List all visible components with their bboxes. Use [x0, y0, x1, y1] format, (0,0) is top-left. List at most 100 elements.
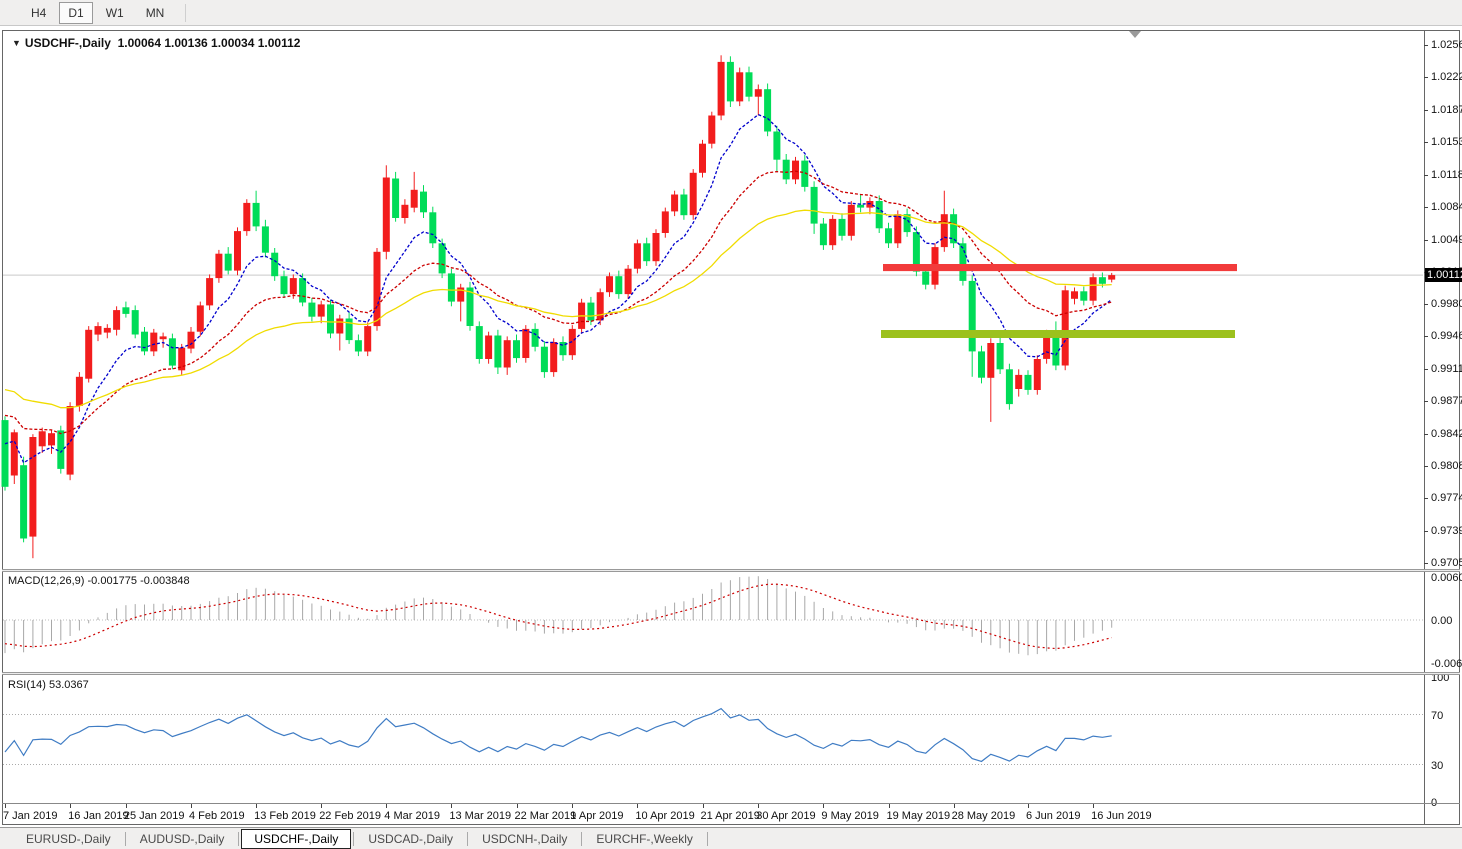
price-tick: [1424, 175, 1428, 176]
price-axis-divider: [1424, 30, 1425, 825]
price-axis-label: 1.00840: [1431, 201, 1462, 213]
chart-shift-marker-icon[interactable]: [1129, 31, 1141, 38]
price-tick: [1424, 466, 1428, 467]
chart-tab-usdchf[interactable]: USDCHF-,Daily: [241, 829, 351, 849]
rsi-axis-label: 30: [1431, 760, 1443, 772]
price-axis-label: 1.01870: [1431, 104, 1462, 116]
date-axis-label: 13 Mar 2019: [449, 810, 511, 822]
price-axis-label: 0.98420: [1431, 428, 1462, 440]
date-axis-label: 10 Apr 2019: [635, 810, 694, 822]
macd-axis-label: 0.00: [1431, 615, 1452, 627]
chart-title: ▼ USDCHF-,Daily 1.00064 1.00136 1.00034 1…: [12, 36, 300, 50]
date-axis-label: 9 May 2019: [821, 810, 878, 822]
date-tick: [451, 804, 452, 808]
chart-tab-eurchf[interactable]: EURCHF-,Weekly: [584, 830, 704, 848]
tab-separator: [581, 832, 582, 846]
date-tick: [637, 804, 638, 808]
price-tick: [1424, 240, 1428, 241]
macd-axis-label: -0.006096: [1431, 658, 1462, 670]
price-tick: [1424, 563, 1428, 564]
rsi-name: RSI(14): [8, 679, 46, 691]
price-tick: [1424, 369, 1428, 370]
timeframe-button-w1[interactable]: W1: [97, 2, 133, 24]
chevron-down-icon[interactable]: ▼: [12, 38, 21, 48]
price-tick: [1424, 531, 1428, 532]
date-tick: [191, 804, 192, 808]
price-tick: [1424, 142, 1428, 143]
timeframe-button-mn[interactable]: MN: [137, 2, 174, 24]
price-axis-label: 1.01530: [1431, 136, 1462, 148]
price-tick: [1424, 434, 1428, 435]
macd-indicator-label: MACD(12,26,9) -0.001775 -0.003848: [8, 575, 190, 587]
macd-name: MACD(12,26,9): [8, 575, 84, 587]
price-axis-label: 0.99460: [1431, 330, 1462, 342]
timeframe-button-h4[interactable]: H4: [22, 2, 55, 24]
date-axis-label: 21 Apr 2019: [701, 810, 760, 822]
price-axis-label: 0.97390: [1431, 525, 1462, 537]
rsi-value: 53.0367: [49, 679, 89, 691]
price-tick: [1424, 110, 1428, 111]
tab-separator: [125, 832, 126, 846]
date-tick: [70, 804, 71, 808]
ohlc-values: 1.00064 1.00136 1.00034 1.00112: [118, 36, 301, 50]
price-tick: [1424, 336, 1428, 337]
price-axis-label: 0.99800: [1431, 298, 1462, 310]
date-tick: [517, 804, 518, 808]
chart-tab-usdcnh[interactable]: USDCNH-,Daily: [470, 830, 579, 848]
price-tick: [1424, 498, 1428, 499]
date-tick: [889, 804, 890, 808]
price-axis-label: 0.98770: [1431, 395, 1462, 407]
date-tick: [126, 804, 127, 808]
date-tick: [572, 804, 573, 808]
tab-separator: [467, 832, 468, 846]
date-tick: [321, 804, 322, 808]
toolbar-separator: [185, 4, 186, 22]
date-axis-label: 6 Jun 2019: [1026, 810, 1080, 822]
price-tick: [1424, 207, 1428, 208]
chart-tab-eurusd[interactable]: EURUSD-,Daily: [14, 830, 123, 848]
timeframe-button-d1[interactable]: D1: [59, 2, 92, 24]
price-tick: [1424, 45, 1428, 46]
date-tick: [758, 804, 759, 808]
date-axis-label: 4 Mar 2019: [384, 810, 440, 822]
tab-separator: [707, 832, 708, 846]
macd-axis-label: 0.006058: [1431, 572, 1462, 584]
trading-terminal-window: H4D1W1MN ▼ USDCHF-,Daily 1.00064 1.00136 …: [0, 0, 1462, 849]
chart-tab-audusd[interactable]: AUDUSD-,Daily: [128, 830, 237, 848]
date-axis-label: 22 Mar 2019: [515, 810, 577, 822]
tab-separator: [353, 832, 354, 846]
price-axis-label: 1.01180: [1431, 169, 1462, 181]
chart-tab-usdcad[interactable]: USDCAD-,Daily: [356, 830, 465, 848]
rsi-indicator-label: RSI(14) 53.0367: [8, 679, 89, 691]
price-tick: [1424, 304, 1428, 305]
rsi-axis-label: 70: [1431, 710, 1443, 722]
chart-tab-bar: EURUSD-,Daily AUDUSD-,DailyUSDCHF-,Daily U…: [0, 827, 1462, 849]
date-tick: [256, 804, 257, 808]
price-axis-label: 1.00490: [1431, 234, 1462, 246]
price-tick: [1424, 401, 1428, 402]
price-axis-label: 0.99110: [1431, 363, 1462, 375]
price-axis-label: 0.97050: [1431, 557, 1462, 569]
date-axis-label: 30 Apr 2019: [756, 810, 815, 822]
price-axis-label: 0.98080: [1431, 460, 1462, 472]
price-axis-label: 0.97740: [1431, 492, 1462, 504]
date-axis-label: 28 May 2019: [952, 810, 1016, 822]
date-axis-label: 16 Jan 2019: [68, 810, 129, 822]
date-tick: [5, 804, 6, 808]
date-axis-label: 7 Jan 2019: [3, 810, 57, 822]
price-axis-label: 1.02560: [1431, 39, 1462, 51]
date-axis-label: 4 Feb 2019: [189, 810, 245, 822]
date-tick: [703, 804, 704, 808]
date-axis-label: 19 May 2019: [887, 810, 951, 822]
date-tick: [823, 804, 824, 808]
symbol-period-label: USDCHF-,Daily: [25, 36, 111, 50]
price-tick: [1424, 77, 1428, 78]
price-axis-label: 1.02220: [1431, 71, 1462, 83]
date-axis-label: 22 Feb 2019: [319, 810, 381, 822]
date-tick: [1093, 804, 1094, 808]
pane-splitter[interactable]: [2, 672, 1460, 675]
date-axis-label: 25 Jan 2019: [124, 810, 185, 822]
macd-values: -0.001775 -0.003848: [87, 575, 189, 587]
tab-separator: [238, 832, 239, 846]
pane-splitter[interactable]: [2, 569, 1460, 572]
